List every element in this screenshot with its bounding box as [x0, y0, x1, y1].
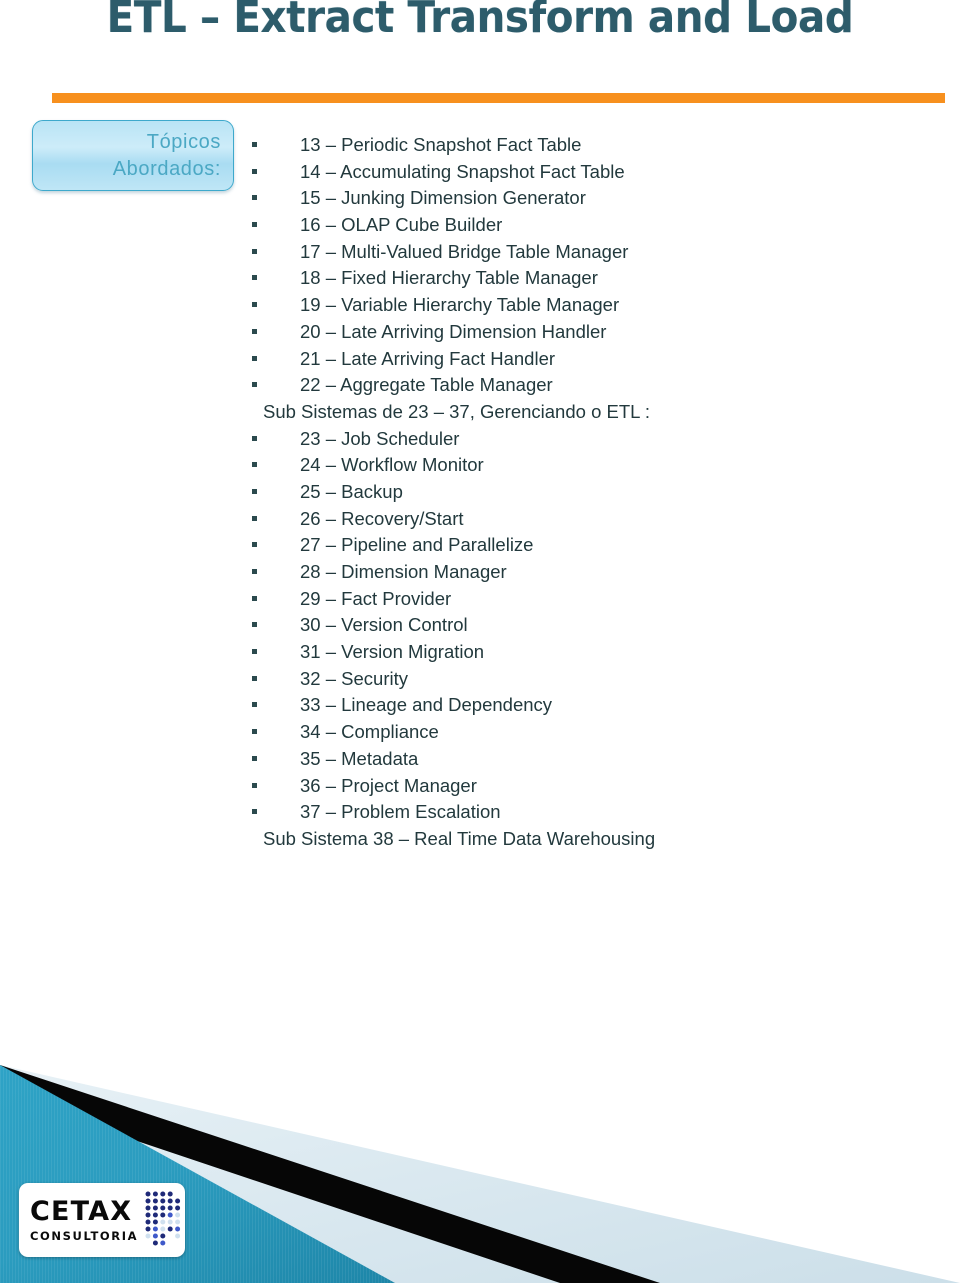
- cetax-logo: CETAX CONSULTORIA: [19, 1183, 185, 1257]
- bullet-square-icon: [252, 515, 257, 521]
- title-divider: [52, 93, 945, 103]
- list-item-label: 25 – Backup: [300, 480, 403, 502]
- topics-callout-line-1: Tópicos: [146, 131, 221, 154]
- bullet-square-icon: [252, 488, 257, 494]
- list-item: 25 – Backup: [252, 481, 892, 508]
- bullet-square-icon: [252, 569, 257, 574]
- list-item-label: 34 – Compliance: [300, 721, 439, 743]
- list-item: 16 – OLAP Cube Builder: [252, 214, 892, 241]
- list-item-label: 18 – Fixed Hierarchy Table Manager: [300, 267, 598, 289]
- bullet-square-icon: [252, 355, 257, 361]
- bullet-square-icon: [252, 755, 257, 761]
- logo-dot-grid-icon: [144, 1190, 184, 1253]
- list-item: 29 – Fact Provider: [252, 588, 892, 615]
- list-item: 36 – Project Manager: [252, 775, 892, 802]
- list-item-label: 16 – OLAP Cube Builder: [300, 214, 503, 236]
- list-item: 26 – Recovery/Start: [252, 508, 892, 535]
- list-item: 33 – Lineage and Dependency: [252, 694, 892, 721]
- list-item: 28 – Dimension Manager: [252, 561, 892, 588]
- list-item-label: 30 – Version Control: [300, 614, 468, 636]
- list-item-label: 26 – Recovery/Start: [300, 507, 464, 529]
- list-item: 32 – Security: [252, 668, 892, 695]
- bullet-square-icon: [252, 622, 257, 628]
- bullet-square-icon: [252, 302, 257, 308]
- list-item: 20 – Late Arriving Dimension Handler: [252, 321, 892, 348]
- list-item-label: 33 – Lineage and Dependency: [300, 694, 553, 716]
- list-item-label: 17 – Multi-Valued Bridge Table Manager: [300, 240, 629, 262]
- list-item: 27 – Pipeline and Parallelize: [252, 534, 892, 561]
- list-item-label: 32 – Security: [300, 667, 408, 689]
- bullet-square-icon: [252, 595, 257, 601]
- list-item-label: 28 – Dimension Manager: [300, 561, 507, 582]
- list-item: 14 – Accumulating Snapshot Fact Table: [252, 161, 892, 188]
- topics-callout-line-2: Abordados:: [112, 157, 221, 180]
- list-item: 15 – Junking Dimension Generator: [252, 187, 892, 214]
- list-item: 21 – Late Arriving Fact Handler: [252, 348, 892, 375]
- list-item-label: 22 – Aggregate Table Manager: [300, 374, 553, 396]
- bullet-square-icon: [252, 542, 257, 548]
- bullet-square-icon: [252, 675, 257, 681]
- bullet-square-icon: [252, 195, 257, 201]
- list-item: 35 – Metadata: [252, 748, 892, 775]
- logo-tagline-text: CONSULTORIA: [30, 1228, 139, 1243]
- list-item: 34 – Compliance: [252, 721, 892, 748]
- list-item: 30 – Version Control: [252, 614, 892, 641]
- bullet-square-icon: [252, 702, 257, 708]
- bullet-square-icon: [252, 782, 257, 788]
- list-item-label: 31 – Version Migration: [300, 641, 485, 663]
- section-heading-label: Sub Sistemas de 23 – 37, Gerenciando o E…: [263, 400, 651, 422]
- list-item-label: 19 – Variable Hierarchy Table Manager: [300, 294, 620, 316]
- list-item-label: 24 – Workflow Monitor: [300, 454, 484, 476]
- bullet-square-icon: [252, 435, 257, 441]
- bullet-square-icon: [252, 729, 257, 735]
- list-item-label: 21 – Late Arriving Fact Handler: [300, 347, 556, 369]
- list-section-heading: Sub Sistemas de 23 – 37, Gerenciando o E…: [252, 401, 892, 428]
- list-item: 22 – Aggregate Table Manager: [252, 374, 892, 401]
- list-item-label: 35 – Metadata: [300, 747, 419, 769]
- list-item: 19 – Variable Hierarchy Table Manager: [252, 294, 892, 321]
- bullet-square-icon: [252, 248, 257, 254]
- list-item-label: 14 – Accumulating Snapshot Fact Table: [300, 160, 625, 182]
- bullet-square-icon: [252, 649, 257, 655]
- bullet-square-icon: [252, 222, 257, 228]
- topics-list: 13 – Periodic Snapshot Fact Table 14 – Ac…: [252, 134, 892, 855]
- list-item: 31 – Version Migration: [252, 641, 892, 668]
- topics-callout-box: Tópicos Abordados:: [32, 120, 234, 191]
- bullet-square-icon: [252, 275, 257, 281]
- page-title: ETL – Extract Transform and Load: [106, 0, 854, 43]
- list-item: 13 – Periodic Snapshot Fact Table: [252, 134, 892, 161]
- list-item: 37 – Problem Escalation: [252, 801, 892, 828]
- list-item: 18 – Fixed Hierarchy Table Manager: [252, 267, 892, 294]
- list-item-label: 36 – Project Manager: [300, 774, 477, 796]
- list-item-label: 15 – Junking Dimension Generator: [300, 187, 586, 209]
- bullet-square-icon: [252, 462, 257, 468]
- logo-wordmark-text: CETAX: [30, 1195, 133, 1227]
- bullet-square-icon: [252, 142, 257, 147]
- section-heading-label: Sub Sistema 38 – Real Time Data Warehous…: [263, 827, 656, 849]
- list-item: 17 – Multi-Valued Bridge Table Manager: [252, 241, 892, 268]
- list-item-label: 29 – Fact Provider: [300, 587, 452, 609]
- bullet-square-icon: [252, 382, 257, 388]
- list-item-label: 37 – Problem Escalation: [300, 801, 501, 823]
- list-item-label: 23 – Job Scheduler: [300, 427, 460, 449]
- list-item: 24 – Workflow Monitor: [252, 454, 892, 481]
- list-item: 23 – Job Scheduler: [252, 428, 892, 455]
- bullet-square-icon: [252, 168, 257, 174]
- list-item-label: 13 – Periodic Snapshot Fact Table: [300, 134, 582, 155]
- bullet-square-icon: [252, 809, 257, 815]
- list-item-label: 20 – Late Arriving Dimension Handler: [300, 320, 607, 342]
- bullet-square-icon: [252, 328, 257, 334]
- list-item-label: 27 – Pipeline and Parallelize: [300, 534, 534, 556]
- list-section-heading: Sub Sistema 38 – Real Time Data Warehous…: [252, 828, 892, 855]
